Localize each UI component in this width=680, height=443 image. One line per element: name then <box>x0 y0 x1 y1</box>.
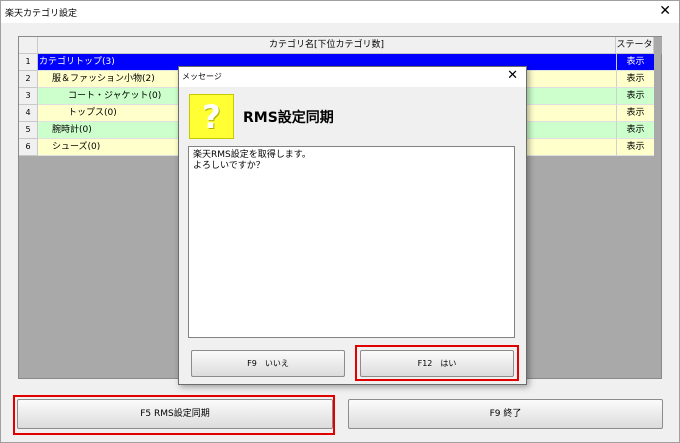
question-icon: ? <box>189 94 234 139</box>
dialog-heading: RMS設定同期 <box>243 110 334 126</box>
status-cell[interactable]: 表示 <box>616 88 654 105</box>
window-title: 楽天カテゴリ設定 <box>5 9 78 19</box>
row-number: 3 <box>19 88 38 105</box>
row-number: 4 <box>19 105 38 122</box>
message-line: 楽天RMS設定を取得します。 <box>193 150 311 160</box>
dialog-titlebar: メッセージ ✕ <box>179 67 526 87</box>
dialog-title: メッセージ <box>182 72 222 81</box>
row-number: 6 <box>19 139 38 156</box>
rms-sync-button[interactable]: F5 RMS設定同期 <box>17 399 333 429</box>
status-cell[interactable]: 表示 <box>616 139 654 156</box>
yes-button[interactable]: F12 はい <box>360 350 514 377</box>
row-number: 1 <box>19 54 38 71</box>
grid-header-tail <box>654 37 662 54</box>
status-cell[interactable]: 表示 <box>616 71 654 88</box>
column-header-name[interactable]: カテゴリ名[下位カテゴリ数] <box>38 37 616 54</box>
status-cell[interactable]: 表示 <box>616 54 654 71</box>
close-icon[interactable]: ✕ <box>659 4 671 18</box>
window-titlebar: 楽天カテゴリ設定 ✕ <box>1 1 679 23</box>
dialog-message: 楽天RMS設定を取得します。 よろしいですか？ <box>188 146 515 338</box>
row-number: 2 <box>19 71 38 88</box>
message-line: よろしいですか？ <box>193 161 265 171</box>
grid-corner <box>19 37 38 54</box>
exit-button[interactable]: F9 終了 <box>348 399 663 429</box>
row-number: 5 <box>19 122 38 139</box>
status-cell[interactable]: 表示 <box>616 105 654 122</box>
message-dialog: メッセージ ✕ ? RMS設定同期 楽天RMS設定を取得します。 よろしいですか… <box>178 66 527 385</box>
dialog-close-icon[interactable]: ✕ <box>507 69 518 82</box>
status-cell[interactable]: 表示 <box>616 122 654 139</box>
no-button[interactable]: F9 いいえ <box>191 350 345 377</box>
column-header-status[interactable]: ステータス <box>616 37 654 66</box>
